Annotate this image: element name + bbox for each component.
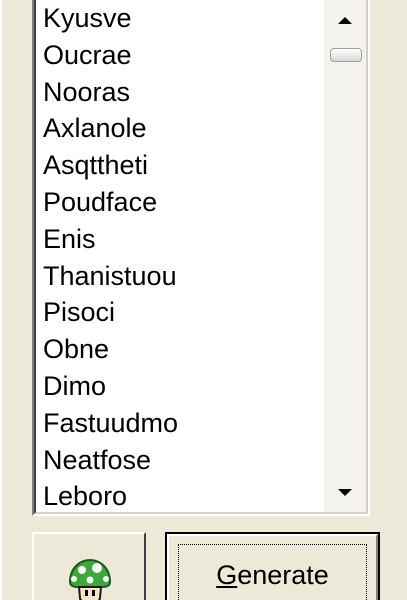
list-item[interactable]: Nooras bbox=[36, 74, 324, 111]
scroll-up-icon bbox=[338, 16, 352, 24]
green-mushroom-icon bbox=[68, 558, 112, 600]
list-item[interactable]: Fastuudmo bbox=[36, 405, 324, 442]
vertical-scrollbar[interactable] bbox=[324, 0, 366, 512]
list-item[interactable]: Thanistuou bbox=[36, 258, 324, 295]
listbox-items: Kyusve Oucrae Nooras Axlanole Asqttheti … bbox=[36, 0, 324, 512]
generate-button-label: Generate bbox=[169, 558, 376, 592]
list-item[interactable]: Leboro bbox=[36, 478, 324, 512]
list-item[interactable]: Poudface bbox=[36, 184, 324, 221]
list-item[interactable]: Axlanole bbox=[36, 110, 324, 147]
list-item[interactable]: Enis bbox=[36, 221, 324, 258]
list-item[interactable]: Neatfose bbox=[36, 442, 324, 479]
list-item[interactable]: Oucrae bbox=[36, 37, 324, 74]
generate-label-rest: enerate bbox=[237, 560, 329, 590]
mushroom-button[interactable] bbox=[32, 532, 146, 600]
generate-mnemonic: G bbox=[216, 560, 238, 590]
window-edge bbox=[0, 0, 2, 600]
generate-button[interactable]: Generate bbox=[165, 532, 380, 600]
scroll-thumb[interactable] bbox=[330, 48, 362, 62]
list-item[interactable]: Asqttheti bbox=[36, 147, 324, 184]
scroll-up-button[interactable] bbox=[324, 2, 366, 38]
generate-button-bevel: Generate bbox=[167, 534, 378, 600]
list-item[interactable]: Kyusve bbox=[36, 0, 324, 37]
scroll-down-icon bbox=[338, 488, 352, 496]
list-item[interactable]: Pisoci bbox=[36, 294, 324, 331]
listbox-frame: Kyusve Oucrae Nooras Axlanole Asqttheti … bbox=[34, 0, 368, 514]
list-item[interactable]: Dimo bbox=[36, 368, 324, 405]
app-window: Kyusve Oucrae Nooras Axlanole Asqttheti … bbox=[0, 0, 407, 600]
name-listbox[interactable]: Kyusve Oucrae Nooras Axlanole Asqttheti … bbox=[32, 0, 370, 516]
scroll-down-button[interactable] bbox=[324, 474, 366, 510]
list-item[interactable]: Obne bbox=[36, 331, 324, 368]
